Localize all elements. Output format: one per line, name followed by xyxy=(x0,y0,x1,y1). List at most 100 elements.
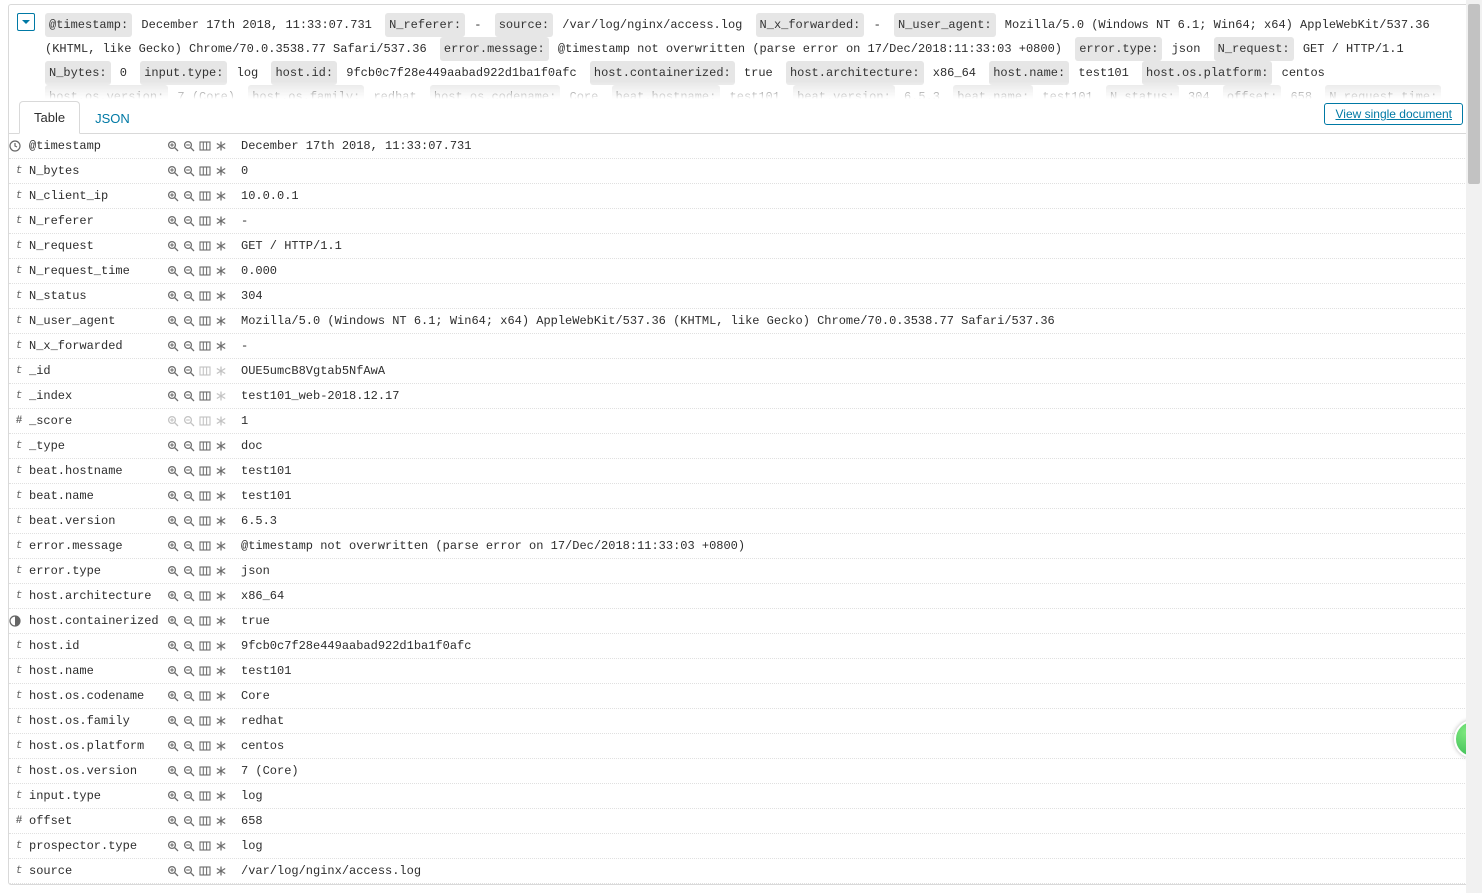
zoom-in-icon[interactable] xyxy=(167,440,179,452)
zoom-out-icon[interactable] xyxy=(183,690,195,702)
toggle-column-icon[interactable] xyxy=(199,615,211,627)
asterisk-icon[interactable] xyxy=(215,390,227,402)
zoom-in-icon[interactable] xyxy=(167,415,179,427)
asterisk-icon[interactable] xyxy=(215,265,227,277)
zoom-out-icon[interactable] xyxy=(183,565,195,577)
zoom-in-icon[interactable] xyxy=(167,790,179,802)
zoom-out-icon[interactable] xyxy=(183,815,195,827)
zoom-in-icon[interactable] xyxy=(167,165,179,177)
toggle-column-icon[interactable] xyxy=(199,790,211,802)
zoom-out-icon[interactable] xyxy=(183,515,195,527)
zoom-out-icon[interactable] xyxy=(183,615,195,627)
zoom-out-icon[interactable] xyxy=(183,640,195,652)
toggle-column-icon[interactable] xyxy=(199,240,211,252)
asterisk-icon[interactable] xyxy=(215,565,227,577)
toggle-column-icon[interactable] xyxy=(199,290,211,302)
zoom-in-icon[interactable] xyxy=(167,815,179,827)
zoom-in-icon[interactable] xyxy=(167,690,179,702)
toggle-column-icon[interactable] xyxy=(199,190,211,202)
zoom-in-icon[interactable] xyxy=(167,640,179,652)
toggle-column-icon[interactable] xyxy=(199,315,211,327)
zoom-in-icon[interactable] xyxy=(167,740,179,752)
zoom-out-icon[interactable] xyxy=(183,315,195,327)
zoom-out-icon[interactable] xyxy=(183,390,195,402)
zoom-in-icon[interactable] xyxy=(167,215,179,227)
asterisk-icon[interactable] xyxy=(215,665,227,677)
toggle-column-icon[interactable] xyxy=(199,465,211,477)
zoom-out-icon[interactable] xyxy=(183,140,195,152)
asterisk-icon[interactable] xyxy=(215,515,227,527)
vertical-scrollbar[interactable] xyxy=(1466,0,1482,893)
toggle-column-icon[interactable] xyxy=(199,665,211,677)
scrollbar-thumb[interactable] xyxy=(1468,4,1480,184)
asterisk-icon[interactable] xyxy=(215,690,227,702)
zoom-out-icon[interactable] xyxy=(183,490,195,502)
zoom-in-icon[interactable] xyxy=(167,715,179,727)
tab-json[interactable]: JSON xyxy=(80,102,145,134)
toggle-column-icon[interactable] xyxy=(199,340,211,352)
toggle-column-icon[interactable] xyxy=(199,440,211,452)
toggle-column-icon[interactable] xyxy=(199,515,211,527)
zoom-in-icon[interactable] xyxy=(167,365,179,377)
zoom-out-icon[interactable] xyxy=(183,465,195,477)
asterisk-icon[interactable] xyxy=(215,190,227,202)
zoom-out-icon[interactable] xyxy=(183,790,195,802)
zoom-in-icon[interactable] xyxy=(167,565,179,577)
toggle-column-icon[interactable] xyxy=(199,390,211,402)
zoom-in-icon[interactable] xyxy=(167,865,179,877)
asterisk-icon[interactable] xyxy=(215,290,227,302)
asterisk-icon[interactable] xyxy=(215,640,227,652)
zoom-in-icon[interactable] xyxy=(167,265,179,277)
asterisk-icon[interactable] xyxy=(215,615,227,627)
zoom-out-icon[interactable] xyxy=(183,340,195,352)
zoom-in-icon[interactable] xyxy=(167,240,179,252)
zoom-out-icon[interactable] xyxy=(183,715,195,727)
zoom-in-icon[interactable] xyxy=(167,290,179,302)
asterisk-icon[interactable] xyxy=(215,715,227,727)
toggle-column-icon[interactable] xyxy=(199,165,211,177)
zoom-out-icon[interactable] xyxy=(183,865,195,877)
toggle-column-icon[interactable] xyxy=(199,565,211,577)
zoom-in-icon[interactable] xyxy=(167,765,179,777)
asterisk-icon[interactable] xyxy=(215,240,227,252)
toggle-column-icon[interactable] xyxy=(199,415,211,427)
asterisk-icon[interactable] xyxy=(215,340,227,352)
toggle-column-icon[interactable] xyxy=(199,865,211,877)
view-single-document-link[interactable]: View single document xyxy=(1324,103,1463,125)
zoom-in-icon[interactable] xyxy=(167,615,179,627)
asterisk-icon[interactable] xyxy=(215,215,227,227)
zoom-in-icon[interactable] xyxy=(167,390,179,402)
zoom-in-icon[interactable] xyxy=(167,315,179,327)
asterisk-icon[interactable] xyxy=(215,590,227,602)
tab-table[interactable]: Table xyxy=(19,101,80,134)
toggle-column-icon[interactable] xyxy=(199,265,211,277)
zoom-out-icon[interactable] xyxy=(183,215,195,227)
zoom-out-icon[interactable] xyxy=(183,590,195,602)
zoom-in-icon[interactable] xyxy=(167,140,179,152)
toggle-column-icon[interactable] xyxy=(199,815,211,827)
toggle-column-icon[interactable] xyxy=(199,765,211,777)
zoom-in-icon[interactable] xyxy=(167,465,179,477)
zoom-out-icon[interactable] xyxy=(183,440,195,452)
toggle-column-icon[interactable] xyxy=(199,640,211,652)
asterisk-icon[interactable] xyxy=(215,490,227,502)
zoom-in-icon[interactable] xyxy=(167,590,179,602)
asterisk-icon[interactable] xyxy=(215,440,227,452)
zoom-in-icon[interactable] xyxy=(167,490,179,502)
asterisk-icon[interactable] xyxy=(215,315,227,327)
toggle-column-icon[interactable] xyxy=(199,215,211,227)
zoom-out-icon[interactable] xyxy=(183,265,195,277)
zoom-out-icon[interactable] xyxy=(183,240,195,252)
zoom-in-icon[interactable] xyxy=(167,190,179,202)
asterisk-icon[interactable] xyxy=(215,790,227,802)
toggle-column-icon[interactable] xyxy=(199,715,211,727)
zoom-out-icon[interactable] xyxy=(183,840,195,852)
asterisk-icon[interactable] xyxy=(215,865,227,877)
toggle-column-icon[interactable] xyxy=(199,140,211,152)
zoom-out-icon[interactable] xyxy=(183,190,195,202)
zoom-out-icon[interactable] xyxy=(183,290,195,302)
zoom-out-icon[interactable] xyxy=(183,415,195,427)
toggle-column-icon[interactable] xyxy=(199,540,211,552)
asterisk-icon[interactable] xyxy=(215,465,227,477)
asterisk-icon[interactable] xyxy=(215,165,227,177)
